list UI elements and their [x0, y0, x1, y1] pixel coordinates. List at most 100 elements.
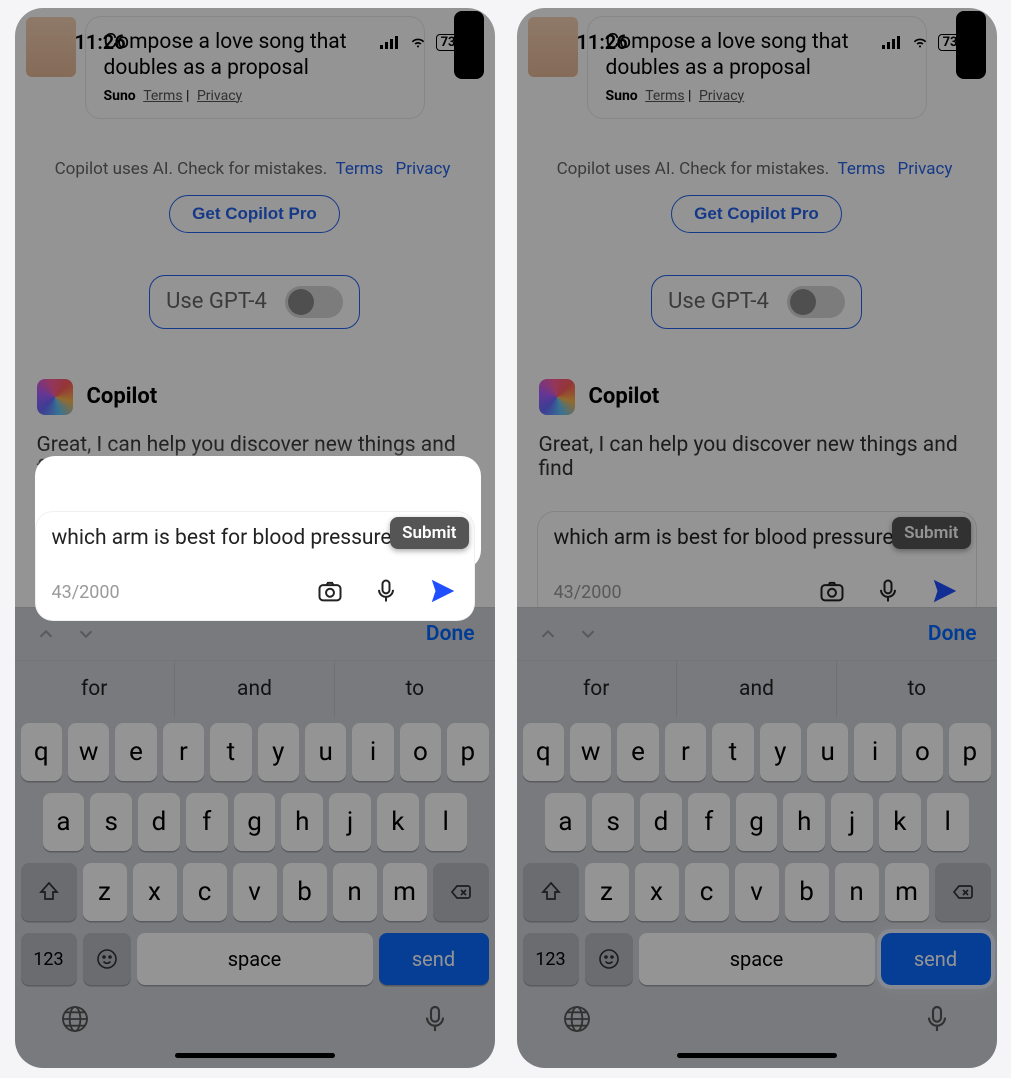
- key-f[interactable]: f: [186, 793, 228, 851]
- key-y[interactable]: y: [760, 723, 801, 781]
- get-pro-button[interactable]: Get Copilot Pro: [671, 195, 842, 233]
- key-u[interactable]: u: [807, 723, 848, 781]
- key-i[interactable]: i: [352, 723, 393, 781]
- key-q[interactable]: q: [523, 723, 564, 781]
- key-j[interactable]: j: [329, 793, 371, 851]
- key-w[interactable]: w: [68, 723, 109, 781]
- gpt4-toggle[interactable]: [285, 286, 343, 318]
- key-space[interactable]: space: [137, 933, 373, 985]
- camera-icon[interactable]: [316, 577, 344, 609]
- key-shift[interactable]: [21, 863, 77, 921]
- key-x[interactable]: x: [133, 863, 177, 921]
- suggestion-privacy-link[interactable]: Privacy: [699, 88, 744, 104]
- key-b[interactable]: b: [785, 863, 829, 921]
- key-h[interactable]: h: [783, 793, 825, 851]
- key-m[interactable]: m: [885, 863, 929, 921]
- key-q[interactable]: q: [21, 723, 62, 781]
- suggestion-privacy-link[interactable]: Privacy: [197, 88, 242, 104]
- key-l[interactable]: l: [927, 793, 969, 851]
- key-backspace[interactable]: [935, 863, 991, 921]
- key-c[interactable]: c: [183, 863, 227, 921]
- suggestion-terms-link[interactable]: Terms: [645, 88, 684, 104]
- kb-nav-arrows[interactable]: [35, 623, 97, 645]
- key-k[interactable]: k: [377, 793, 419, 851]
- key-u[interactable]: u: [305, 723, 346, 781]
- key-v[interactable]: v: [233, 863, 277, 921]
- key-s[interactable]: s: [90, 793, 132, 851]
- gpt4-toggle[interactable]: [787, 286, 845, 318]
- key-p[interactable]: p: [447, 723, 488, 781]
- dictation-icon[interactable]: [921, 1003, 953, 1039]
- key-emoji[interactable]: [585, 933, 633, 985]
- key-o[interactable]: o: [902, 723, 943, 781]
- kb-sugg-3[interactable]: to: [335, 661, 494, 717]
- key-d[interactable]: d: [640, 793, 682, 851]
- chevron-down-icon[interactable]: [75, 623, 97, 645]
- kb-suggestions[interactable]: for and to: [517, 661, 997, 717]
- key-x[interactable]: x: [635, 863, 679, 921]
- key-f[interactable]: f: [688, 793, 730, 851]
- home-indicator[interactable]: [175, 1053, 335, 1058]
- kb-nav-arrows[interactable]: [537, 623, 599, 645]
- privacy-link[interactable]: Privacy: [898, 159, 953, 179]
- kb-suggestions[interactable]: for and to: [15, 661, 495, 717]
- key-r[interactable]: r: [163, 723, 204, 781]
- gpt4-toggle-row[interactable]: Use GPT-4: [149, 275, 360, 329]
- key-backspace[interactable]: [433, 863, 489, 921]
- key-123[interactable]: 123: [21, 933, 77, 985]
- kb-done-button[interactable]: Done: [426, 622, 475, 646]
- gpt4-toggle-row[interactable]: Use GPT-4: [651, 275, 862, 329]
- chevron-up-icon[interactable]: [35, 623, 57, 645]
- key-z[interactable]: z: [83, 863, 127, 921]
- key-n[interactable]: n: [333, 863, 377, 921]
- globe-icon[interactable]: [59, 1003, 91, 1039]
- key-w[interactable]: w: [570, 723, 611, 781]
- key-t[interactable]: t: [712, 723, 753, 781]
- suggestion-terms-link[interactable]: Terms: [143, 88, 182, 104]
- key-m[interactable]: m: [383, 863, 427, 921]
- keyboard[interactable]: Done for and to qwertyuiop asdfghjkl zxc…: [15, 607, 495, 1068]
- key-l[interactable]: l: [425, 793, 467, 851]
- key-s[interactable]: s: [592, 793, 634, 851]
- key-r[interactable]: r: [665, 723, 706, 781]
- camera-icon[interactable]: [818, 577, 846, 609]
- chevron-down-icon[interactable]: [577, 623, 599, 645]
- dictation-icon[interactable]: [419, 1003, 451, 1039]
- kb-sugg-3[interactable]: to: [837, 661, 996, 717]
- key-b[interactable]: b: [283, 863, 327, 921]
- key-c[interactable]: c: [685, 863, 729, 921]
- privacy-link[interactable]: Privacy: [396, 159, 451, 179]
- key-g[interactable]: g: [736, 793, 778, 851]
- get-pro-button[interactable]: Get Copilot Pro: [169, 195, 340, 233]
- terms-link[interactable]: Terms: [336, 159, 384, 179]
- key-i[interactable]: i: [854, 723, 895, 781]
- key-emoji[interactable]: [83, 933, 131, 985]
- key-a[interactable]: a: [545, 793, 587, 851]
- key-k[interactable]: k: [879, 793, 921, 851]
- kb-sugg-1[interactable]: for: [517, 661, 677, 717]
- home-indicator[interactable]: [677, 1053, 837, 1058]
- key-g[interactable]: g: [234, 793, 276, 851]
- key-send[interactable]: send: [379, 933, 489, 985]
- key-a[interactable]: a: [43, 793, 85, 851]
- key-p[interactable]: p: [949, 723, 990, 781]
- key-space[interactable]: space: [639, 933, 875, 985]
- globe-icon[interactable]: [561, 1003, 593, 1039]
- key-v[interactable]: v: [735, 863, 779, 921]
- send-icon[interactable]: [428, 576, 458, 610]
- send-icon[interactable]: [930, 576, 960, 610]
- key-j[interactable]: j: [831, 793, 873, 851]
- key-n[interactable]: n: [835, 863, 879, 921]
- terms-link[interactable]: Terms: [838, 159, 886, 179]
- keyboard[interactable]: Done for and to qwertyuiop asdfghjkl zxc…: [517, 607, 997, 1068]
- key-t[interactable]: t: [210, 723, 251, 781]
- key-e[interactable]: e: [115, 723, 156, 781]
- key-y[interactable]: y: [258, 723, 299, 781]
- mic-icon[interactable]: [372, 577, 400, 609]
- key-e[interactable]: e: [617, 723, 658, 781]
- kb-done-button[interactable]: Done: [928, 622, 977, 646]
- kb-sugg-1[interactable]: for: [15, 661, 175, 717]
- key-123[interactable]: 123: [523, 933, 579, 985]
- key-d[interactable]: d: [138, 793, 180, 851]
- key-send[interactable]: send: [881, 933, 991, 985]
